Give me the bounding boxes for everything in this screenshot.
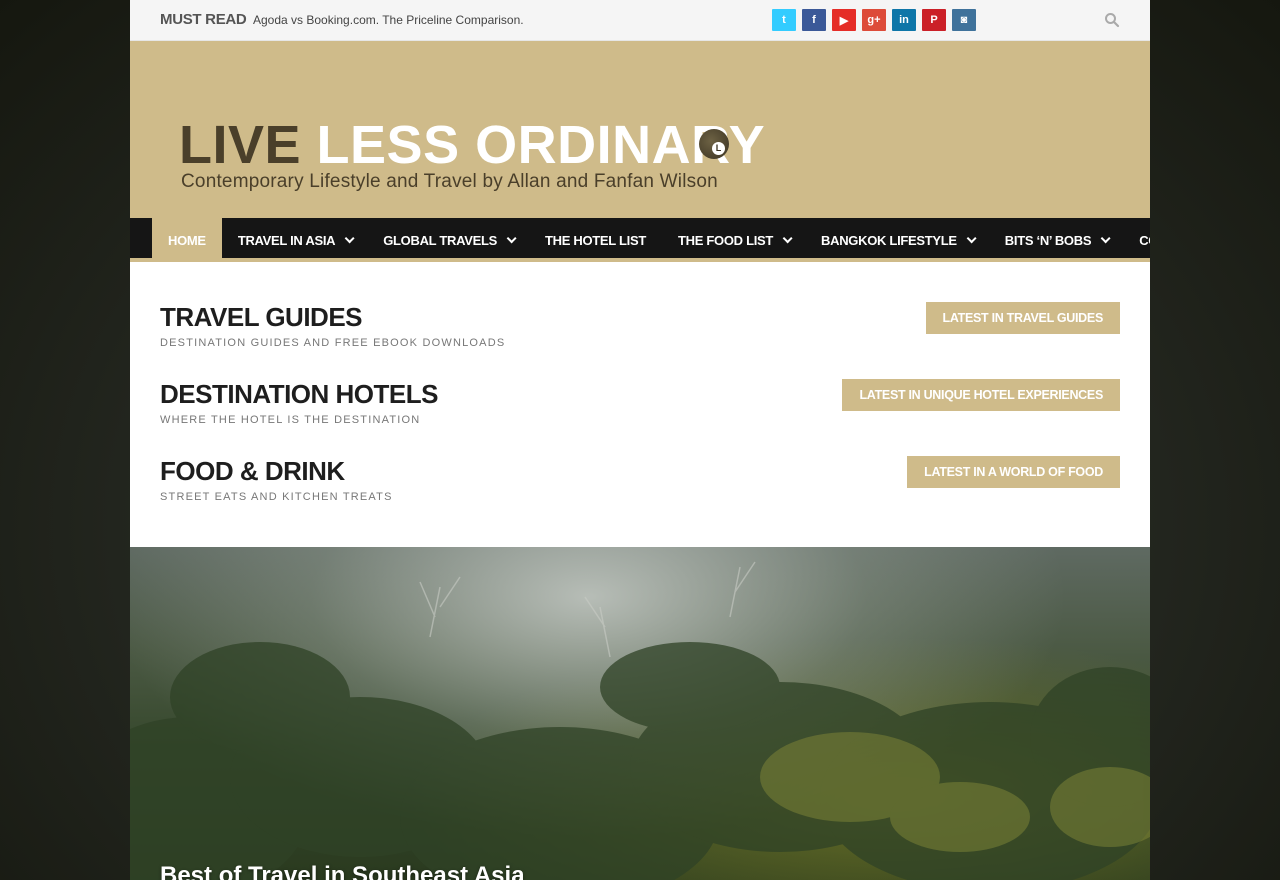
search-icon[interactable]: [1104, 12, 1120, 28]
nav-item-bits-n-bobs[interactable]: BITS ‘N’ BOBS: [989, 218, 1123, 262]
chevron-down-icon: [782, 232, 793, 243]
nav-item-global-travels[interactable]: GLOBAL TRAVELS: [367, 218, 529, 262]
youtube-icon[interactable]: ▶: [832, 9, 856, 31]
section-subtitle: STREET EATS AND KITCHEN TREATS: [160, 491, 393, 503]
nav-item-label: TRAVEL IN ASIA: [237, 232, 336, 248]
social-icons: t f ▶ g+ in P ◙: [772, 9, 976, 31]
latest-world-of-food-button[interactable]: LATEST IN A WORLD OF FOOD: [907, 456, 1120, 488]
latest-hotel-experiences-button[interactable]: LATEST IN UNIQUE HOTEL EXPERIENCES: [842, 379, 1120, 411]
logo-wordmark: LIVE LESS ORDINARY: [179, 117, 765, 173]
section-subtitle: DESTINATION GUIDES AND FREE EBOOK DOWNLO…: [160, 337, 506, 349]
chevron-down-icon: [344, 232, 355, 243]
must-read-label: MUST READ: [160, 11, 247, 28]
nav-item-label: BANGKOK LIFESTYLE: [821, 232, 957, 248]
chevron-down-icon: [506, 232, 517, 243]
logo-tagline: Contemporary Lifestyle and Travel by All…: [181, 171, 718, 192]
latest-travel-guides-button[interactable]: LATEST IN TRAVEL GUIDES: [925, 302, 1120, 334]
page-container: MUST READ Agoda vs Booking.com. The Pric…: [130, 0, 1150, 880]
must-read-link[interactable]: Agoda vs Booking.com. The Priceline Comp…: [253, 13, 524, 27]
section-travel-guides: TRAVEL GUIDES DESTINATION GUIDES AND FRE…: [160, 302, 1120, 362]
site-header: LIVE LESS ORDINARY L Contemporary Lifest…: [130, 41, 1150, 218]
nav-item-the-food-list[interactable]: THE FOOD LIST: [662, 218, 805, 262]
facebook-icon[interactable]: f: [802, 9, 826, 31]
logo-word-live: LIVE: [179, 115, 302, 175]
main-navigation: HOME TRAVEL IN ASIA GLOBAL TRAVELS THE HOTE…: [130, 218, 1150, 262]
twitter-icon[interactable]: t: [772, 9, 796, 31]
nav-item-label: THE FOOD LIST: [678, 232, 774, 248]
instagram-icon[interactable]: ◙: [952, 9, 976, 31]
logo-word-less-ordinary: LESS ORDINARY: [316, 115, 766, 175]
section-subtitle: WHERE THE HOTEL IS THE DESTINATION: [160, 414, 421, 426]
pinterest-icon[interactable]: P: [922, 9, 946, 31]
section-food-drink: FOOD & DRINK STREET EATS AND KITCHEN TRE…: [160, 456, 1120, 516]
chevron-down-icon: [966, 232, 977, 243]
hero-image-rainforest[interactable]: Best of Travel in Southeast Asia: [130, 547, 1150, 880]
nav-item-label: BITS ‘N’ BOBS: [1004, 232, 1092, 248]
globe-icon: L: [699, 129, 729, 159]
nav-item-the-hotel-list[interactable]: THE HOTEL LIST: [529, 218, 662, 262]
nav-item-travel-in-asia[interactable]: TRAVEL IN ASIA: [222, 218, 367, 262]
site-logo[interactable]: LIVE LESS ORDINARY L Contemporary Lifest…: [179, 117, 765, 193]
logo-badge: L: [712, 142, 725, 155]
nav-item-home[interactable]: HOME: [152, 218, 222, 262]
forest-canopy-image: [130, 561, 1150, 880]
nav-item-label: HOME: [168, 232, 206, 248]
nav-item-label: CONTACT: [1139, 232, 1150, 248]
hero-title[interactable]: Best of Travel in Southeast Asia: [160, 862, 525, 880]
linkedin-icon[interactable]: in: [892, 9, 916, 31]
top-bar: MUST READ Agoda vs Booking.com. The Pric…: [130, 0, 1150, 41]
google-plus-icon[interactable]: g+: [862, 9, 886, 31]
nav-item-label: GLOBAL TRAVELS: [383, 232, 497, 248]
section-destination-hotels: DESTINATION HOTELS WHERE THE HOTEL IS TH…: [160, 379, 1120, 439]
nav-item-label: THE HOTEL LIST: [544, 232, 646, 248]
chevron-down-icon: [1100, 232, 1111, 243]
nav-item-bangkok-lifestyle[interactable]: BANGKOK LIFESTYLE: [805, 218, 989, 262]
nav-item-contact[interactable]: CONTACT: [1123, 218, 1150, 262]
